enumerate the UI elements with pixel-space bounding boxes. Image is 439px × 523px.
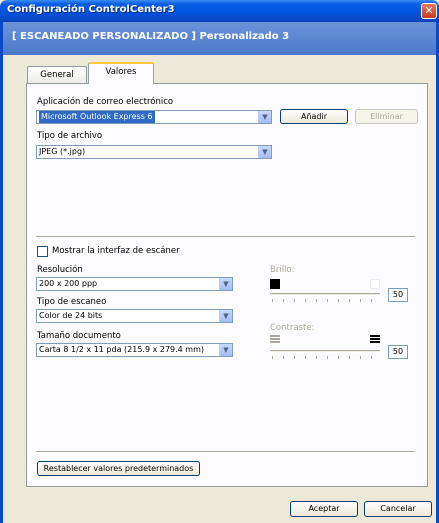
- file-type-value: JPEG (*.jpg): [39, 147, 86, 156]
- title-bar[interactable]: Configuración ControlCenter3 ✕: [0, 0, 439, 22]
- chevron-down-icon: ▼: [219, 278, 232, 290]
- brightness-light-icon: [370, 279, 380, 289]
- brightness-label: Brillo:: [270, 265, 295, 275]
- tab-valores-label: Valores: [105, 67, 137, 77]
- document-size-label: Tamaño documento: [37, 331, 121, 341]
- reset-defaults-button[interactable]: Restablecer valores predeterminados: [37, 461, 200, 476]
- resolution-select[interactable]: 200 x 200 ppp ▼: [36, 277, 233, 291]
- add-button[interactable]: Añadir: [280, 109, 348, 124]
- close-icon: ✕: [424, 4, 434, 17]
- chevron-down-icon: ▼: [258, 111, 271, 123]
- reset-divider: [36, 451, 415, 453]
- scan-type-value: Color de 24 bits: [39, 311, 103, 320]
- tab-general[interactable]: General: [27, 66, 87, 84]
- tab-general-label: General: [40, 70, 74, 80]
- brightness-slider[interactable]: [270, 293, 380, 296]
- chevron-down-icon: ▼: [219, 344, 232, 356]
- ok-button[interactable]: Aceptar: [290, 501, 358, 517]
- chevron-down-icon: ▼: [258, 146, 271, 158]
- brightness-dark-icon: [270, 279, 280, 289]
- brightness-value: 50: [388, 288, 408, 302]
- document-size-value: Carta 8 1/2 x 11 pda (215.9 x 279.4 mm): [39, 345, 205, 354]
- resolution-value: 200 x 200 ppp: [39, 279, 98, 288]
- contrast-value: 50: [388, 345, 408, 359]
- ok-button-label: Aceptar: [308, 504, 340, 513]
- window-title: Configuración ControlCenter3: [7, 4, 175, 15]
- contrast-label: Contraste:: [270, 323, 315, 333]
- contrast-high-icon: [370, 335, 380, 345]
- scanner-interface-label: Mostrar la interfaz de escáner: [52, 246, 180, 256]
- tab-valores[interactable]: Valores: [88, 62, 154, 84]
- scan-type-select[interactable]: Color de 24 bits ▼: [36, 309, 233, 323]
- file-type-select[interactable]: JPEG (*.jpg) ▼: [36, 145, 272, 159]
- document-size-select[interactable]: Carta 8 1/2 x 11 pda (215.9 x 279.4 mm) …: [36, 343, 233, 357]
- header-banner: [ ESCANEADO PERSONALIZADO ] Personalizad…: [3, 22, 436, 55]
- cancel-button[interactable]: Cancelar: [364, 501, 432, 517]
- reset-defaults-label: Restablecer valores predeterminados: [43, 464, 194, 473]
- section-divider: [36, 236, 415, 238]
- email-app-label: Aplicación de correo electrónico: [37, 97, 174, 107]
- email-app-select[interactable]: Microsoft Outlook Express 6 ▼: [36, 110, 272, 124]
- scanner-interface-checkbox[interactable]: [37, 246, 48, 257]
- contrast-low-icon: [270, 335, 280, 345]
- add-button-label: Añadir: [300, 112, 328, 121]
- close-button[interactable]: ✕: [421, 3, 437, 19]
- cancel-button-label: Cancelar: [380, 504, 416, 513]
- banner-text: [ ESCANEADO PERSONALIZADO ] Personalizad…: [12, 31, 290, 42]
- remove-button[interactable]: Eliminar: [355, 109, 418, 124]
- remove-button-label: Eliminar: [370, 112, 403, 121]
- contrast-slider[interactable]: [270, 350, 380, 353]
- resolution-label: Resolución: [37, 265, 83, 275]
- email-app-value: Microsoft Outlook Express 6: [39, 111, 155, 123]
- chevron-down-icon: ▼: [219, 310, 232, 322]
- window-frame-left: [0, 22, 3, 523]
- scan-type-label: Tipo de escaneo: [37, 297, 107, 307]
- file-type-label: Tipo de archivo: [37, 131, 103, 141]
